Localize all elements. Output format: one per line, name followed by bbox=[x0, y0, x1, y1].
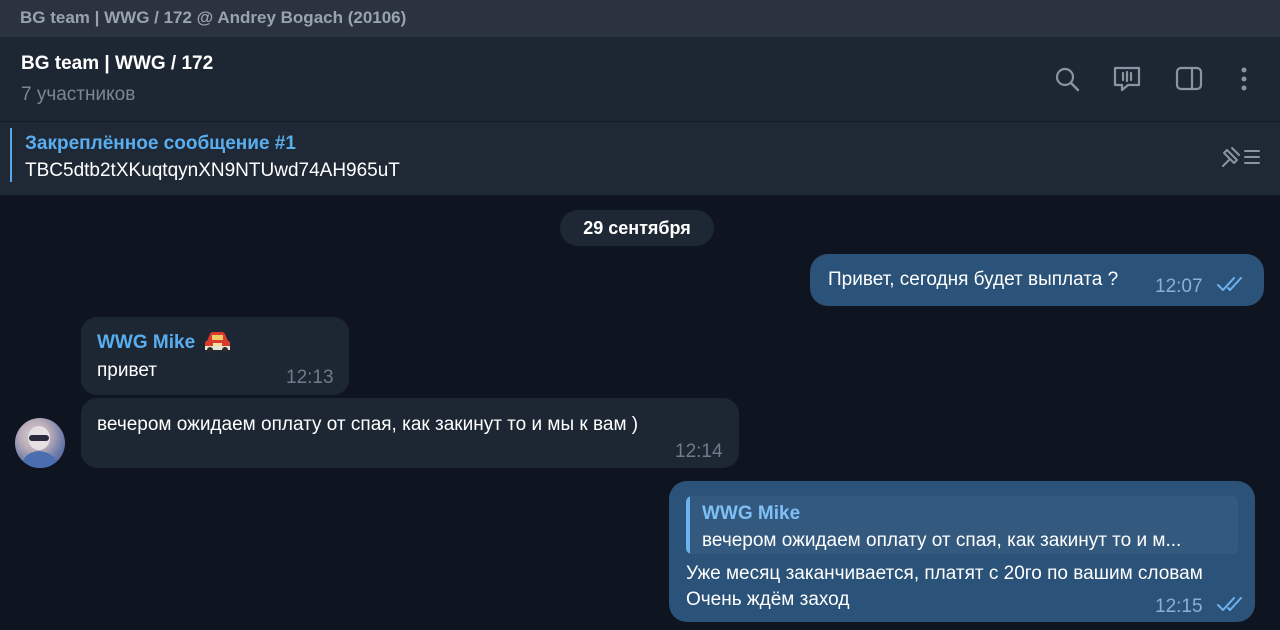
car-emoji-icon bbox=[205, 332, 230, 353]
message-time: 12:07 bbox=[1155, 276, 1203, 297]
message-bubble-outgoing[interactable]: Привет, сегодня будет выплата ? 12:07 bbox=[810, 254, 1264, 306]
sidebar-toggle-icon[interactable] bbox=[1173, 63, 1205, 95]
reply-accent-line bbox=[686, 496, 690, 554]
message-text-line: Очень ждём заход bbox=[686, 589, 850, 610]
user-avatar[interactable] bbox=[15, 418, 65, 468]
reply-sender: WWG Mike bbox=[702, 503, 801, 524]
video-chat-icon[interactable] bbox=[1111, 63, 1143, 95]
message-text: вечером ожидаем оплату от спая, как заки… bbox=[97, 414, 639, 435]
message-text-line: Уже месяц заканчивается, платят с 20го п… bbox=[686, 563, 1203, 584]
chat-title[interactable]: BG team | WWG / 172 bbox=[21, 53, 213, 75]
read-checkmarks-icon bbox=[1217, 277, 1242, 291]
window-titlebar: BG team | WWG / 172 @ Andrey Bogach (201… bbox=[0, 0, 1280, 37]
reply-text: вечером ожидаем оплату от спая, как заки… bbox=[702, 530, 1182, 551]
pinned-list-icon[interactable] bbox=[1219, 144, 1263, 170]
pinned-accent-line bbox=[10, 128, 12, 182]
pinned-text: TBC5dtb2tXKuqtqynXN9NTUwd74AH965uT bbox=[25, 160, 400, 181]
chat-header: BG team | WWG / 172 7 участников bbox=[0, 37, 1280, 121]
date-separator: 29 сентября bbox=[560, 210, 714, 246]
message-time: 12:13 bbox=[286, 367, 334, 388]
member-count[interactable]: 7 участников bbox=[21, 84, 135, 106]
window-title: BG team | WWG / 172 @ Andrey Bogach (201… bbox=[20, 8, 407, 27]
message-bubble-incoming[interactable]: вечером ожидаем оплату от спая, как заки… bbox=[81, 398, 739, 468]
message-time: 12:15 bbox=[1155, 596, 1203, 617]
read-checkmarks-icon bbox=[1217, 597, 1242, 611]
reply-quote[interactable]: WWG Mike вечером ожидаем оплату от спая,… bbox=[686, 496, 1238, 554]
sender-name[interactable]: WWG Mike bbox=[97, 332, 195, 354]
pinned-message-bar[interactable]: Закреплённое сообщение #1 TBC5dtb2tXKuqt… bbox=[0, 121, 1280, 195]
search-icon[interactable] bbox=[1051, 63, 1083, 95]
message-text: Привет, сегодня будет выплата ? bbox=[828, 269, 1119, 290]
message-time: 12:14 bbox=[675, 441, 723, 462]
more-vertical-icon[interactable] bbox=[1228, 63, 1260, 95]
message-text: привет bbox=[97, 360, 157, 381]
message-bubble-incoming[interactable]: WWG Mike привет 12:13 bbox=[81, 317, 349, 395]
pinned-title: Закреплённое сообщение #1 bbox=[25, 133, 296, 154]
